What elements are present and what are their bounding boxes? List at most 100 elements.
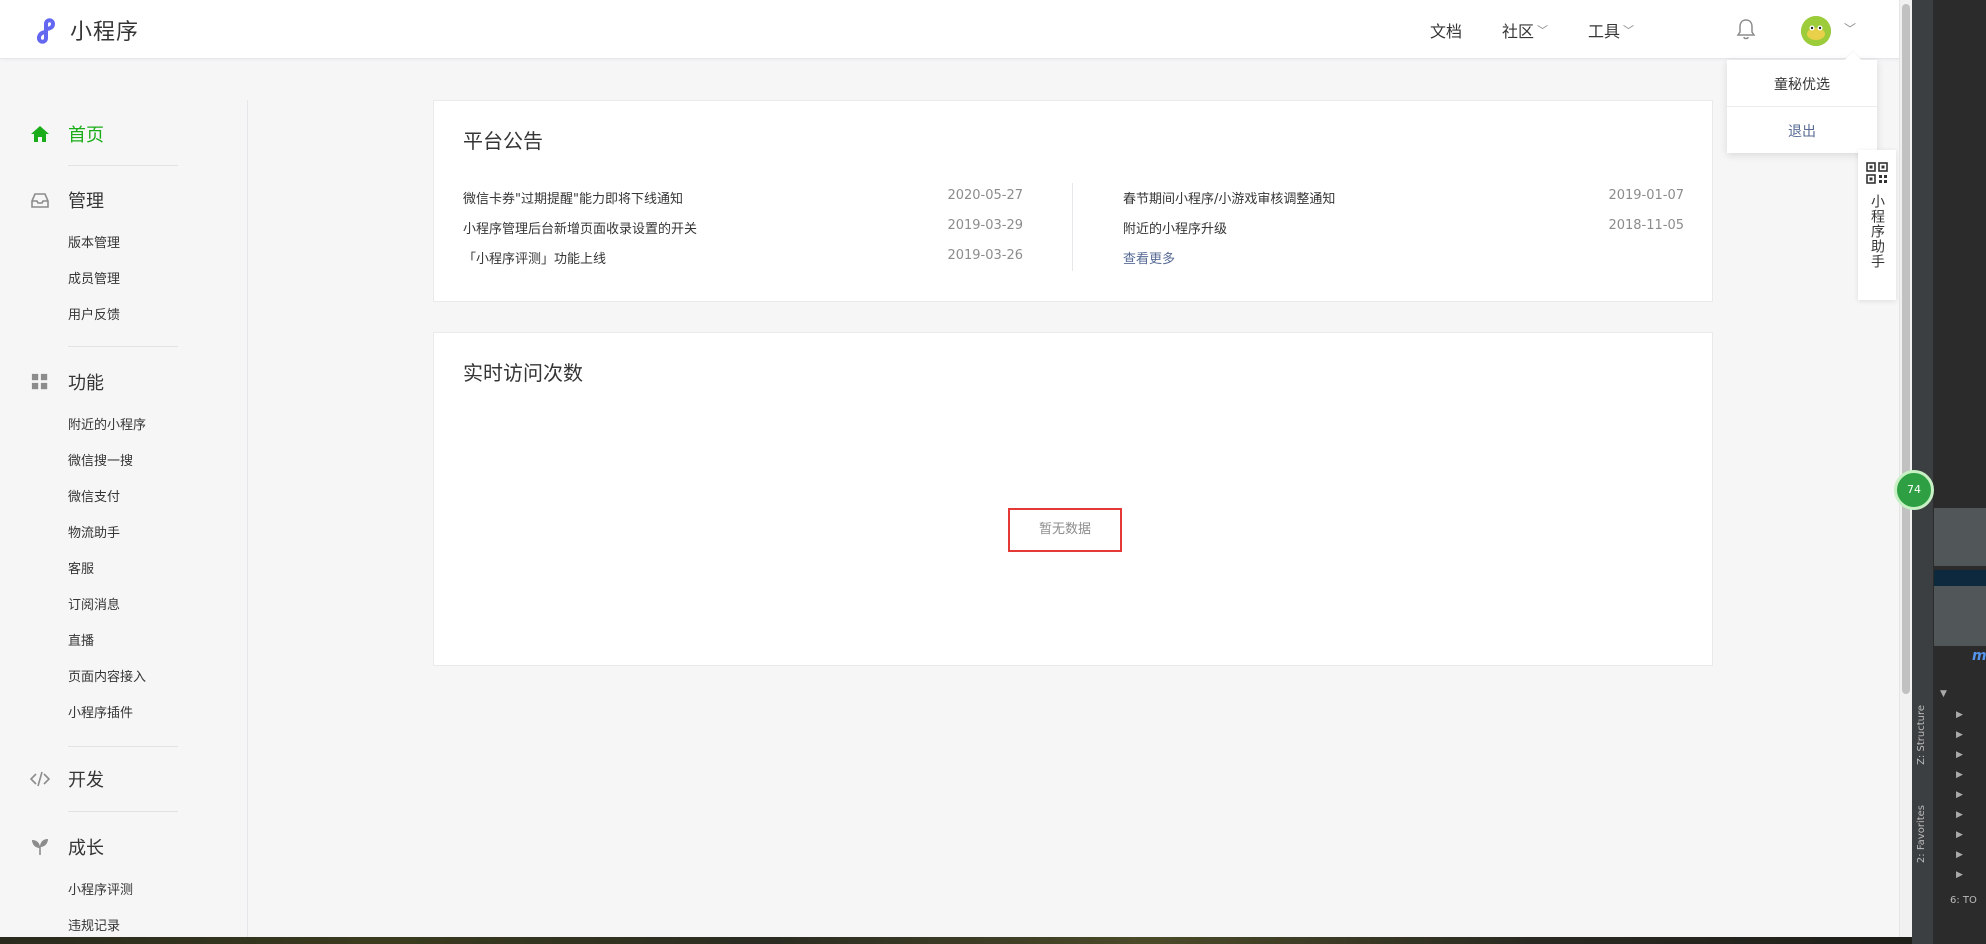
top-nav: 文档 社区 ﹀ 工具 ﹀: [1390, 18, 1634, 42]
sidebar-item-home[interactable]: 首页: [0, 120, 104, 148]
expand-arrow-icon[interactable]: ▶: [1956, 810, 1963, 820]
sidebar-subitem[interactable]: 小程序评测: [0, 873, 248, 909]
ide-panel: m: [1934, 0, 1986, 944]
ide-structure-tab[interactable]: Z: Structure: [1916, 705, 1927, 765]
sidebar-subitem[interactable]: 成员管理: [0, 262, 248, 298]
notice-date: 2020-05-27: [947, 188, 1023, 203]
sidebar-subitem[interactable]: 微信搜一搜: [0, 444, 248, 480]
sidebar-divider: [68, 165, 178, 166]
chevron-down-icon[interactable]: ﹀: [1844, 20, 1856, 37]
empty-state: 暂无数据: [1008, 508, 1122, 552]
notice-date: 2019-03-29: [947, 218, 1023, 233]
notice-item[interactable]: 春节期间小程序/小游戏审核调整通知: [1123, 188, 1335, 207]
home-icon: [30, 124, 50, 144]
nav-tools[interactable]: 工具 ﹀: [1588, 18, 1634, 42]
grid-icon: [30, 372, 50, 392]
expand-arrow-icon[interactable]: ▶: [1956, 830, 1963, 840]
sidebar-subitem[interactable]: 版本管理: [0, 226, 248, 262]
sidebar-subitem[interactable]: 物流助手: [0, 516, 248, 552]
sidebar-divider: [68, 746, 178, 747]
sidebar-subitem[interactable]: 小程序插件: [0, 696, 248, 732]
announcements-panel: 平台公告 微信卡券"过期提醒"能力即将下线通知 2020-05-27 小程序管理…: [433, 100, 1713, 302]
sidebar-divider: [68, 346, 178, 347]
sidebar-group-functions: 功能 附近的小程序 微信搜一搜 微信支付 物流助手 客服 订阅消息 直播 页面内…: [0, 368, 248, 732]
realtime-visits-panel: 实时访问次数 暂无数据: [433, 332, 1713, 666]
ide-highlight: [1934, 508, 1986, 566]
sidebar-item-dev[interactable]: 开发: [0, 765, 104, 793]
sidebar-item-functions[interactable]: 功能: [0, 368, 248, 396]
account-name[interactable]: 童秘优选: [1727, 74, 1877, 94]
code-icon: [30, 769, 50, 789]
sidebar-item-label: 管理: [68, 191, 104, 212]
sidebar-item-label: 成长: [68, 838, 104, 859]
notice-date: 2019-01-07: [1608, 188, 1684, 203]
top-bar: 小程序 文档 社区 ﹀ 工具 ﹀ ﹀: [0, 0, 1912, 59]
notice-item[interactable]: 「小程序评测」功能上线: [463, 248, 606, 267]
avatar[interactable]: [1801, 16, 1831, 46]
qrcode-icon: [1866, 162, 1888, 184]
ide-text: m: [1972, 648, 1986, 664]
account-dropdown: 童秘优选 退出: [1727, 60, 1877, 153]
expand-arrow-icon[interactable]: ▶: [1956, 730, 1963, 740]
chevron-down-icon: ﹀: [1623, 24, 1634, 37]
column-divider: [1072, 183, 1073, 271]
sidebar-item-manage[interactable]: 管理: [0, 186, 248, 214]
logo-text: 小程序: [70, 20, 140, 45]
status-badge[interactable]: 74: [1894, 470, 1934, 510]
expand-arrow-icon[interactable]: ▶: [1956, 870, 1963, 880]
sidebar-group-growth: 成长 小程序评测 违规记录: [0, 833, 248, 944]
sidebar-subitem[interactable]: 微信支付: [0, 480, 248, 516]
sidebar-item-growth[interactable]: 成长: [0, 833, 248, 861]
sprout-icon: [30, 837, 50, 857]
notice-date: 2019-03-26: [947, 248, 1023, 263]
expand-arrow-icon[interactable]: ▼: [1940, 689, 1947, 699]
sidebar-group-manage: 管理 版本管理 成员管理 用户反馈: [0, 186, 248, 334]
sidebar-item-label: 功能: [68, 373, 104, 394]
announcements-title: 平台公告: [463, 129, 543, 153]
scrollbar-thumb[interactable]: [1902, 4, 1910, 694]
sidebar-divider: [68, 811, 178, 812]
sidebar-subitem[interactable]: 直播: [0, 624, 248, 660]
nav-docs-label: 文档: [1429, 22, 1462, 41]
dropdown-divider: [1727, 106, 1877, 107]
nav-community-label: 社区: [1501, 22, 1534, 41]
sidebar-item-label: 开发: [68, 770, 104, 791]
expand-arrow-icon[interactable]: ▶: [1956, 750, 1963, 760]
assistant-tab[interactable]: 小程序助手: [1858, 150, 1896, 300]
nav-docs[interactable]: 文档: [1430, 18, 1462, 42]
logo-icon: [37, 18, 56, 44]
expand-arrow-icon[interactable]: ▶: [1956, 790, 1963, 800]
ide-todo-tab[interactable]: 6: TO: [1950, 895, 1977, 906]
nav-tools-label: 工具: [1587, 22, 1620, 41]
ide-highlight: [1934, 586, 1986, 646]
inbox-icon: [30, 190, 50, 210]
logout-link[interactable]: 退出: [1727, 121, 1877, 141]
notice-item[interactable]: 微信卡券"过期提醒"能力即将下线通知: [463, 188, 683, 207]
sidebar: 首页 管理 版本管理 成员管理 用户反馈 功能 附近的小程序 微信搜一搜 微信支…: [0, 100, 248, 944]
sidebar-group-home: 首页: [0, 120, 104, 148]
notice-item[interactable]: 小程序管理后台新增页面收录设置的开关: [463, 218, 697, 237]
ide-favorites-tab[interactable]: 2: Favorites: [1916, 805, 1927, 863]
sidebar-subitem[interactable]: 页面内容接入: [0, 660, 248, 696]
chevron-down-icon: ﹀: [1536, 24, 1548, 37]
notice-item[interactable]: 附近的小程序升级: [1123, 218, 1227, 237]
sidebar-subitem[interactable]: 客服: [0, 552, 248, 588]
nav-community[interactable]: 社区 ﹀: [1502, 18, 1548, 42]
sidebar-subitem[interactable]: 订阅消息: [0, 588, 248, 624]
avatar-image: [1801, 16, 1831, 46]
sidebar-subitem[interactable]: 附近的小程序: [0, 408, 248, 444]
sidebar-item-label: 首页: [68, 125, 104, 146]
bell-icon[interactable]: [1736, 18, 1756, 40]
notice-date: 2018-11-05: [1608, 218, 1684, 233]
see-more-link[interactable]: 查看更多: [1123, 248, 1175, 267]
expand-arrow-icon[interactable]: ▶: [1956, 770, 1963, 780]
sidebar-group-dev: 开发: [0, 765, 104, 793]
realtime-title: 实时访问次数: [463, 361, 583, 385]
assistant-label: 小程序助手: [1869, 194, 1885, 269]
sidebar-subitem[interactable]: 用户反馈: [0, 298, 248, 334]
logo[interactable]: 小程序: [30, 14, 139, 46]
expand-arrow-icon[interactable]: ▶: [1956, 710, 1963, 720]
taskbar-strip: [0, 937, 1912, 944]
ide-selection: [1934, 570, 1986, 586]
expand-arrow-icon[interactable]: ▶: [1956, 850, 1963, 860]
